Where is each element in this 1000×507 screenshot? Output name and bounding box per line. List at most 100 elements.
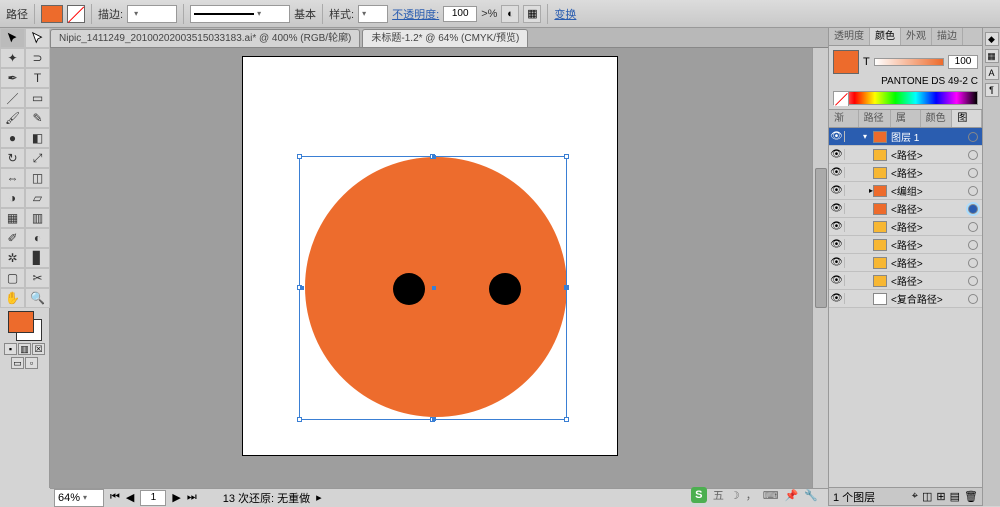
width-tool[interactable]: ⇔ bbox=[0, 168, 25, 188]
tint-field[interactable]: 100 bbox=[948, 55, 978, 69]
change-screen-icon[interactable]: ▫ bbox=[25, 357, 38, 369]
rectangle-tool[interactable]: ▭ bbox=[25, 88, 50, 108]
vertical-scrollbar[interactable] bbox=[812, 48, 828, 488]
tab-gradient[interactable]: 渐变 bbox=[829, 110, 859, 127]
style-dropdown[interactable]: ▾ bbox=[358, 5, 388, 23]
nav-next-icon[interactable]: ▶ bbox=[172, 491, 180, 504]
magic-wand-tool[interactable]: ✦ bbox=[0, 48, 25, 68]
slice-tool[interactable]: ✂ bbox=[25, 268, 50, 288]
stroke-weight-dropdown[interactable]: ▾ bbox=[127, 5, 177, 23]
target-dot[interactable] bbox=[968, 168, 978, 178]
shape-builder-tool[interactable]: ◑ bbox=[0, 188, 25, 208]
visibility-icon[interactable]: 👁 bbox=[829, 185, 845, 196]
line-tool[interactable]: ／ bbox=[0, 88, 25, 108]
layer-name[interactable]: <编组> bbox=[889, 183, 968, 198]
gradient-mode-icon[interactable]: ▥ bbox=[18, 343, 31, 355]
new-layer-icon[interactable]: ▤ bbox=[950, 490, 960, 503]
dock-icon-4[interactable]: ¶ bbox=[985, 83, 999, 97]
recolor-icon[interactable]: ◐ bbox=[501, 5, 519, 23]
layer-name[interactable]: <路径> bbox=[889, 237, 968, 252]
tab-pathfinder[interactable]: 路径f bbox=[859, 110, 891, 127]
rotate-tool[interactable]: ↻ bbox=[0, 148, 25, 168]
nav-first-icon[interactable]: ⏮ bbox=[110, 491, 120, 504]
visibility-icon[interactable]: 👁 bbox=[829, 275, 845, 286]
page-field[interactable]: 1 bbox=[140, 490, 166, 506]
visibility-icon[interactable]: 👁 bbox=[829, 293, 845, 304]
ime-pin-icon[interactable]: 📌 bbox=[785, 489, 799, 502]
nav-prev-icon[interactable]: ◀ bbox=[126, 491, 134, 504]
layer-row[interactable]: 👁 <复合路径> bbox=[829, 290, 982, 308]
tab-stroke[interactable]: 描边 bbox=[932, 28, 963, 45]
brush-dropdown[interactable]: ▾ bbox=[190, 5, 290, 23]
layer-name[interactable]: <路径> bbox=[889, 255, 968, 270]
fill-stroke-swatches[interactable] bbox=[8, 311, 42, 341]
eraser-tool[interactable]: ◧ bbox=[25, 128, 50, 148]
status-arrow-icon[interactable]: ▸ bbox=[316, 491, 322, 504]
align-icon[interactable]: ▦ bbox=[523, 5, 541, 23]
tab-color[interactable]: 颜色 bbox=[870, 28, 901, 45]
symbol-sprayer-tool[interactable]: ✲ bbox=[0, 248, 25, 268]
layer-row[interactable]: 👁 <路径> bbox=[829, 272, 982, 290]
visibility-icon[interactable]: 👁 bbox=[829, 131, 845, 142]
document-tab-1[interactable]: Nipic_1411249_201002020035150331­83.ai* … bbox=[50, 29, 360, 47]
target-dot[interactable] bbox=[968, 276, 978, 286]
dock-icon-2[interactable]: ▦ bbox=[985, 49, 999, 63]
ime-settings-icon[interactable]: 🔧 bbox=[804, 489, 818, 502]
nav-last-icon[interactable]: ⏭ bbox=[187, 491, 197, 504]
pencil-tool[interactable]: ✎ bbox=[25, 108, 50, 128]
layer-row[interactable]: 👁<路径> bbox=[829, 164, 982, 182]
selection-tool[interactable] bbox=[0, 28, 25, 48]
stroke-swatch-none[interactable] bbox=[67, 5, 85, 23]
screen-mode-icon[interactable]: ▭ bbox=[11, 357, 24, 369]
layer-name[interactable]: <路径> bbox=[889, 219, 968, 234]
direct-selection-tool[interactable] bbox=[25, 28, 50, 48]
ime-punct-icon[interactable]: ， bbox=[746, 487, 757, 503]
hand-tool[interactable]: ✋ bbox=[0, 288, 25, 308]
lasso-tool[interactable]: ⊃ bbox=[25, 48, 50, 68]
graph-tool[interactable]: ▊ bbox=[25, 248, 50, 268]
paintbrush-tool[interactable]: 🖌 bbox=[0, 108, 25, 128]
visibility-icon[interactable]: 👁 bbox=[829, 167, 845, 178]
color-swatch[interactable] bbox=[833, 50, 859, 74]
tab-swatches[interactable]: 颜色l bbox=[921, 110, 953, 127]
layer-name[interactable]: <复合路径> bbox=[889, 291, 968, 306]
opacity-field[interactable]: 100 bbox=[443, 6, 477, 22]
dock-icon-1[interactable]: ◆ bbox=[985, 32, 999, 46]
sogou-icon[interactable]: S bbox=[691, 487, 707, 503]
layer-row[interactable]: 👁<路径> bbox=[829, 236, 982, 254]
layer-row[interactable]: 👁 <路径> bbox=[829, 218, 982, 236]
tab-attributes[interactable]: 属性 bbox=[891, 110, 921, 127]
new-sublayer-icon[interactable]: ⊞ bbox=[936, 490, 945, 503]
scale-tool[interactable]: ⤢ bbox=[25, 148, 50, 168]
visibility-icon[interactable]: 👁 bbox=[829, 149, 845, 160]
visibility-icon[interactable]: 👁 bbox=[829, 221, 845, 232]
perspective-tool[interactable]: ▱ bbox=[25, 188, 50, 208]
dock-icon-3[interactable]: A bbox=[985, 66, 999, 80]
pen-tool[interactable]: ✒ bbox=[0, 68, 25, 88]
layer-row[interactable]: 👁 <路径> bbox=[829, 146, 982, 164]
tint-slider[interactable] bbox=[874, 58, 944, 66]
zoom-tool[interactable]: 🔍 bbox=[25, 288, 50, 308]
visibility-icon[interactable]: 👁 bbox=[829, 257, 845, 268]
tab-layers[interactable]: 图层 bbox=[952, 110, 982, 127]
artboard-tool[interactable]: ▢ bbox=[0, 268, 25, 288]
none-mode-icon[interactable]: ☒ bbox=[32, 343, 45, 355]
eyedropper-tool[interactable]: ✐ bbox=[0, 228, 25, 248]
layer-row[interactable]: 👁<路径> bbox=[829, 200, 982, 218]
target-dot[interactable] bbox=[968, 132, 978, 142]
layer-name[interactable]: <路径> bbox=[889, 147, 968, 162]
ime-keyboard-icon[interactable]: ⌨ bbox=[763, 489, 779, 502]
transform-link[interactable]: 变换 bbox=[554, 6, 576, 22]
mesh-tool[interactable]: ▦ bbox=[0, 208, 25, 228]
target-dot[interactable] bbox=[968, 258, 978, 268]
blend-tool[interactable]: ◐ bbox=[25, 228, 50, 248]
zoom-dropdown[interactable]: 64%▾ bbox=[54, 489, 104, 507]
layer-row[interactable]: 👁▾图层 1 bbox=[829, 128, 982, 146]
visibility-icon[interactable]: 👁 bbox=[829, 203, 845, 214]
twisty-icon[interactable]: ▾ bbox=[859, 132, 871, 141]
canvas[interactable] bbox=[50, 48, 828, 488]
target-dot[interactable] bbox=[968, 150, 978, 160]
tab-appearance[interactable]: 外观 bbox=[901, 28, 932, 45]
document-tab-2[interactable]: 未标题-1.2* @ 64% (CMYK/预览) bbox=[362, 29, 528, 47]
layer-name[interactable]: <路径> bbox=[889, 273, 968, 288]
